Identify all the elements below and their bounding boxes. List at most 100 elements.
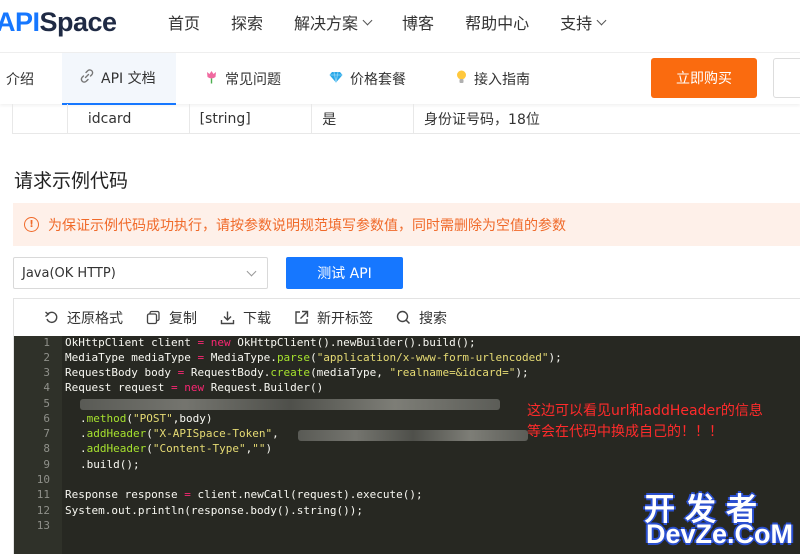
top-navigation: API Space 首页 探索 解决方案 博客 帮助中心 支持: [0, 0, 800, 46]
language-select[interactable]: Java(OK HTTP): [13, 257, 268, 289]
copy-icon: [145, 309, 162, 326]
new-tab-button[interactable]: 新开标签: [293, 308, 373, 328]
line-number: 1: [43, 336, 50, 349]
nav-help-center-label: 帮助中心: [465, 14, 530, 33]
tab-access-guide[interactable]: 接入指南: [456, 53, 530, 105]
apispace-logo[interactable]: API Space: [0, 4, 117, 40]
code-line: MediaType mediaType = MediaType.parse("a…: [65, 351, 562, 364]
code-line: OkHttpClient client = new OkHttpClient()…: [65, 336, 476, 349]
nav-home[interactable]: 首页: [168, 10, 200, 34]
param-table-row: idcard [string] 是 身份证号码，18位: [12, 104, 800, 134]
lightbulb-icon: [456, 70, 467, 89]
param-type: [string]: [199, 111, 251, 127]
logo-text-api: API: [0, 6, 40, 37]
nav-explore-label: 探索: [231, 14, 264, 33]
tab-pricing-label: 价格套餐: [350, 72, 406, 88]
nav-solutions-label: 解决方案: [294, 14, 359, 33]
line-number: 12: [36, 504, 50, 517]
nav-support[interactable]: 支持: [560, 10, 607, 34]
tab-pricing[interactable]: 价格套餐: [329, 53, 406, 105]
download-icon: [219, 309, 236, 326]
test-api-button[interactable]: 测试 API: [286, 257, 403, 289]
tab-access-guide-label: 接入指南: [474, 72, 530, 88]
alert-text: 为保证示例代码成功执行，请按参数说明规范填写参数值，同时需删除为空值的参数: [48, 217, 566, 234]
tab-intro[interactable]: 介绍: [6, 53, 34, 105]
link-icon: [80, 69, 94, 87]
code-toolbar: 还原格式 复制 下载 新开标签 搜索: [14, 299, 800, 336]
undo-icon: [43, 309, 60, 326]
line-number: 3: [43, 366, 50, 379]
external-link-icon: [293, 309, 310, 326]
param-cell-empty: [13, 104, 68, 134]
code-line: .method("POST",body): [80, 412, 213, 425]
line-number: 4: [43, 381, 50, 394]
secondary-button[interactable]: [773, 58, 800, 98]
chevron-down-icon: [362, 15, 373, 25]
search-button[interactable]: 搜索: [395, 308, 447, 328]
api-tab-bar: 介绍 API 文档 常见问题 价格套餐 接入指南 立即购买: [0, 52, 800, 105]
tab-api-docs-label: API 文档: [101, 71, 156, 87]
logo-text-space: Space: [39, 6, 118, 37]
param-desc-cell: 身份证号码，18位: [414, 104, 800, 134]
redacted-url: [80, 398, 500, 410]
code-line: Response response = client.newCall(reque…: [65, 488, 423, 501]
chevron-down-icon: [246, 266, 257, 277]
line-number: 5: [43, 397, 50, 410]
line-number: 2: [43, 351, 50, 364]
tab-faq[interactable]: 常见问题: [205, 53, 281, 105]
code-line: .build();: [80, 458, 140, 471]
param-required-cell: 是: [312, 104, 415, 134]
nav-blog-label: 博客: [402, 14, 435, 33]
nav-explore[interactable]: 探索: [231, 10, 263, 34]
exclamation-icon: !: [24, 217, 39, 232]
language-select-value: Java(OK HTTP): [22, 265, 116, 281]
tulip-icon: [205, 70, 218, 88]
tab-api-docs[interactable]: API 文档: [62, 53, 176, 105]
code-line-redacted: [298, 428, 528, 441]
param-name-cell: idcard: [68, 104, 190, 134]
section-title: 请求示例代码: [14, 170, 129, 192]
restore-format-button[interactable]: 还原格式: [43, 308, 123, 328]
copy-button[interactable]: 复制: [145, 308, 197, 328]
code-line-redacted: [80, 397, 500, 410]
warning-alert: ! 为保证示例代码成功执行，请按参数说明规范填写参数值，同时需删除为空值的参数: [13, 203, 800, 246]
line-number: 9: [43, 458, 50, 471]
redacted-token: [298, 429, 528, 441]
search-label: 搜索: [419, 310, 447, 327]
line-number: 6: [43, 412, 50, 425]
copy-label: 复制: [169, 310, 197, 327]
nav-solutions[interactable]: 解决方案: [294, 10, 373, 34]
line-number: 13: [36, 519, 50, 532]
annotation-line-2: 等会在代码中换成自己的！！！: [527, 424, 723, 440]
nav-home-label: 首页: [168, 14, 201, 33]
code-line: System.out.println(response.body().strin…: [65, 504, 364, 517]
param-description: 身份证号码，18位: [424, 112, 540, 128]
nav-blog[interactable]: 博客: [402, 10, 434, 34]
tab-faq-label: 常见问题: [225, 72, 281, 88]
diamond-icon: [329, 71, 343, 87]
chevron-down-icon: [596, 15, 607, 25]
line-number: 10: [36, 473, 50, 486]
download-label: 下载: [243, 310, 271, 327]
line-number: 8: [43, 442, 50, 455]
param-name: idcard: [87, 111, 132, 127]
nav-support-label: 支持: [560, 14, 593, 33]
code-line: .addHeader("Content-Type",""): [80, 442, 273, 455]
buy-now-button[interactable]: 立即购买: [651, 58, 757, 98]
line-number: 7: [43, 427, 50, 440]
annotation-line-1: 这边可以看见url和addHeader的信息: [527, 403, 763, 419]
watermark-domain: DevZe.CoM: [646, 519, 794, 549]
restore-format-label: 还原格式: [67, 310, 123, 327]
search-icon: [395, 309, 412, 326]
download-button[interactable]: 下载: [219, 308, 271, 328]
code-line: Request request = new Request.Builder(): [65, 381, 324, 394]
code-line: .addHeader("X-APISpace-Token",: [80, 427, 279, 440]
nav-help-center[interactable]: 帮助中心: [465, 10, 529, 34]
line-number: 11: [36, 488, 50, 501]
red-annotation: 这边可以看见url和addHeader的信息 等会在代码中换成自己的！！！: [527, 401, 763, 443]
code-line: RequestBody body = RequestBody.create(me…: [65, 366, 529, 379]
new-tab-label: 新开标签: [317, 310, 373, 327]
main-nav: 首页 探索 解决方案 博客 帮助中心 支持: [168, 10, 636, 34]
tab-intro-label: 介绍: [6, 72, 34, 88]
param-required: 是: [322, 112, 337, 128]
